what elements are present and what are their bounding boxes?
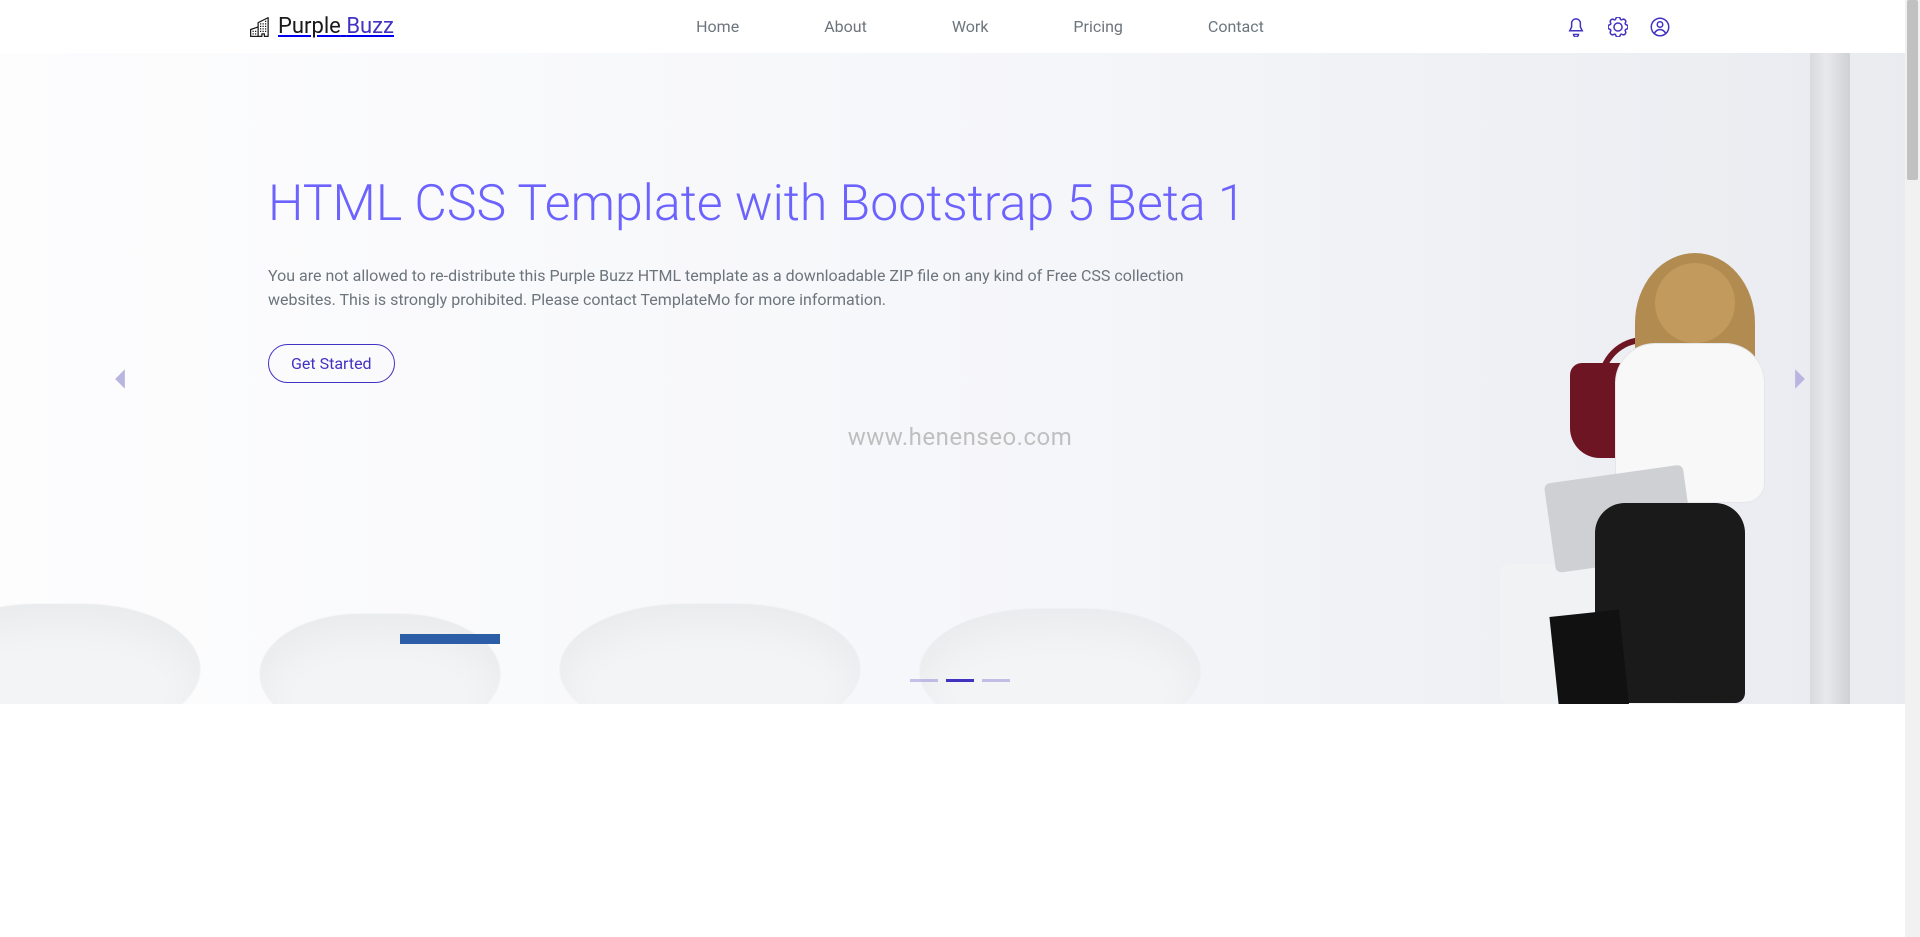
gear-icon[interactable]: [1608, 17, 1628, 37]
bell-icon[interactable]: [1566, 17, 1586, 37]
nav-links: Home About Work Pricing Contact: [696, 17, 1264, 36]
chevron-left-icon: [107, 366, 133, 392]
carousel-indicator-1[interactable]: [946, 679, 974, 682]
scrollbar-thumb[interactable]: [1907, 0, 1918, 180]
brand-text-first: Purple: [278, 14, 341, 39]
nav-item-work[interactable]: Work: [952, 17, 989, 36]
decorative-floor: [400, 634, 500, 644]
navbar: Purple Buzz Home About Work Pricing Cont…: [0, 0, 1920, 53]
decorative-stool: [560, 604, 860, 704]
nav-item-contact[interactable]: Contact: [1208, 17, 1264, 36]
decorative-stool: [920, 609, 1200, 704]
brand-link[interactable]: Purple Buzz: [250, 14, 394, 39]
hero-title: HTML CSS Template with Bootstrap 5 Beta …: [268, 173, 1308, 236]
carousel-indicator-2[interactable]: [982, 679, 1010, 682]
nav-item-home[interactable]: Home: [696, 17, 739, 36]
get-started-button[interactable]: Get Started: [268, 344, 395, 383]
nav-item-about[interactable]: About: [824, 17, 867, 36]
carousel-next-button[interactable]: [1780, 359, 1820, 399]
nav-item-pricing[interactable]: Pricing: [1073, 17, 1123, 36]
chevron-right-icon: [1787, 366, 1813, 392]
hero-banner: HTML CSS Template with Bootstrap 5 Beta …: [0, 53, 1920, 704]
nav-icons: [1566, 17, 1670, 37]
carousel-prev-button[interactable]: [100, 359, 140, 399]
decorative-person: [1525, 253, 1785, 693]
buildings-icon: [250, 17, 270, 37]
person-circle-icon[interactable]: [1650, 17, 1670, 37]
scrollbar[interactable]: [1905, 0, 1920, 937]
decorative-stool: [0, 604, 200, 704]
carousel-indicators: [910, 679, 1010, 682]
brand-text-second: Buzz: [346, 14, 394, 39]
carousel-indicator-0[interactable]: [910, 679, 938, 682]
hero-content: HTML CSS Template with Bootstrap 5 Beta …: [268, 53, 1308, 383]
hero-subtitle: You are not allowed to re-distribute thi…: [268, 264, 1238, 312]
decorative-stool: [260, 614, 500, 704]
watermark-text: www.henenseo.com: [848, 423, 1073, 451]
